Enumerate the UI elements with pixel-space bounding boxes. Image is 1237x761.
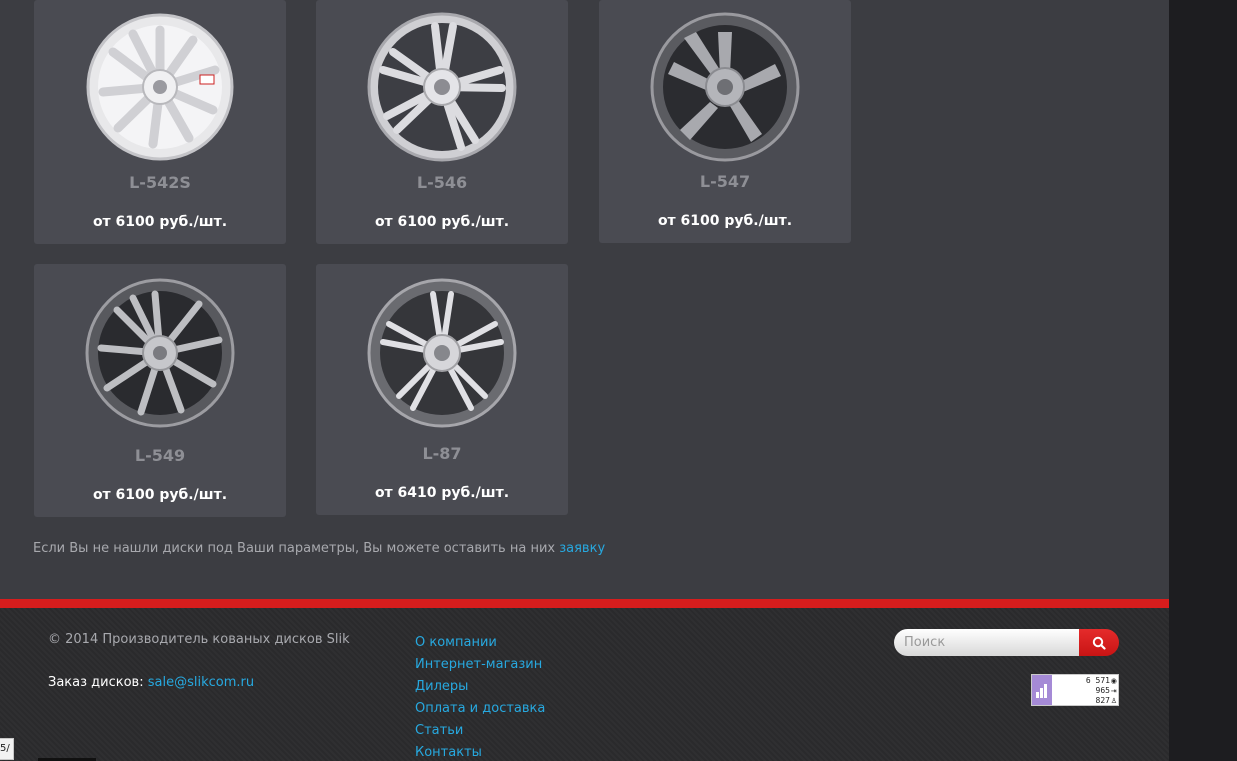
product-price: от 6410 руб./шт. (374, 485, 510, 501)
wheel-image[interactable] (85, 12, 235, 162)
visit-counter[interactable]: 6 571 965 827 ◉ ⇥ ♙ (1031, 674, 1119, 706)
login-icon: ⇥ (1110, 687, 1117, 695)
wheel-image[interactable] (367, 12, 517, 162)
counter-visitors: 827 (1095, 696, 1110, 705)
search-button[interactable] (1079, 629, 1119, 656)
product-model[interactable]: L-542S (34, 173, 286, 192)
product-model[interactable]: L-547 (599, 172, 851, 191)
footer-link-dealers[interactable]: Дилеры (415, 679, 468, 694)
search-form (894, 629, 1119, 656)
product-card[interactable]: L-549 от 6100 руб./шт. (34, 264, 286, 517)
order-email-link[interactable]: sale@slikcom.ru (148, 675, 254, 690)
product-card[interactable]: L-87 от 6410 руб./шт. (316, 264, 568, 515)
product-card[interactable]: L-547 от 6100 руб./шт. (599, 0, 851, 243)
status-tooltip: 5/ (0, 738, 14, 760)
footer-link-payment[interactable]: Оплата и доставка (415, 701, 545, 716)
notice-text: Если Вы не нашли диски под Ваши параметр… (33, 541, 560, 556)
metrika-icon (1032, 675, 1052, 705)
footer-divider (0, 599, 1169, 608)
product-card[interactable]: L-546 от 6100 руб./шт. (316, 0, 568, 244)
person-icon: ♙ (1110, 697, 1117, 705)
wheel-image[interactable] (85, 278, 235, 428)
product-price: от 6100 руб./шт. (92, 487, 228, 503)
product-model[interactable]: L-549 (34, 446, 286, 465)
footer-link-contacts[interactable]: Контакты (415, 745, 482, 760)
order-label: Заказ дисков: (48, 675, 148, 690)
product-model[interactable]: L-87 (316, 444, 568, 463)
footer-link-articles[interactable]: Статьи (415, 723, 463, 738)
counter-icons: ◉ ⇥ ♙ (1111, 676, 1117, 706)
footer-link-about[interactable]: О компании (415, 635, 497, 650)
product-card[interactable]: L-542S от 6100 руб./шт. (34, 0, 286, 244)
right-margin (1169, 0, 1237, 761)
eye-icon: ◉ (1110, 677, 1117, 685)
product-price: от 6100 руб./шт. (374, 214, 510, 230)
order-contact: Заказ дисков: sale@slikcom.ru (48, 675, 254, 690)
product-price: от 6100 руб./шт. (92, 214, 228, 230)
catalog-section: L-542S от 6100 руб./шт. L-546 от 6100 ру… (0, 0, 1169, 600)
wheel-image[interactable] (367, 278, 517, 428)
footer: © 2014 Производитель кованых дисков Slik… (0, 608, 1169, 761)
counter-views: 6 571 (1085, 676, 1110, 685)
request-link[interactable]: заявку (559, 541, 605, 556)
wheel-image[interactable] (650, 12, 800, 162)
counter-values: 6 571 965 827 (1086, 676, 1110, 706)
product-model[interactable]: L-546 (316, 173, 568, 192)
footer-link-shop[interactable]: Интернет-магазин (415, 657, 542, 672)
product-price: от 6100 руб./шт. (657, 213, 793, 229)
not-found-notice: Если Вы не нашли диски под Ваши параметр… (33, 541, 605, 556)
footer-nav: О компании Интернет-магазин Дилеры Оплат… (415, 632, 545, 761)
search-input[interactable] (894, 629, 1084, 656)
counter-visits: 965 (1095, 686, 1110, 695)
copyright-text: © 2014 Производитель кованых дисков Slik (48, 632, 350, 647)
magnifier-icon (1092, 636, 1106, 650)
